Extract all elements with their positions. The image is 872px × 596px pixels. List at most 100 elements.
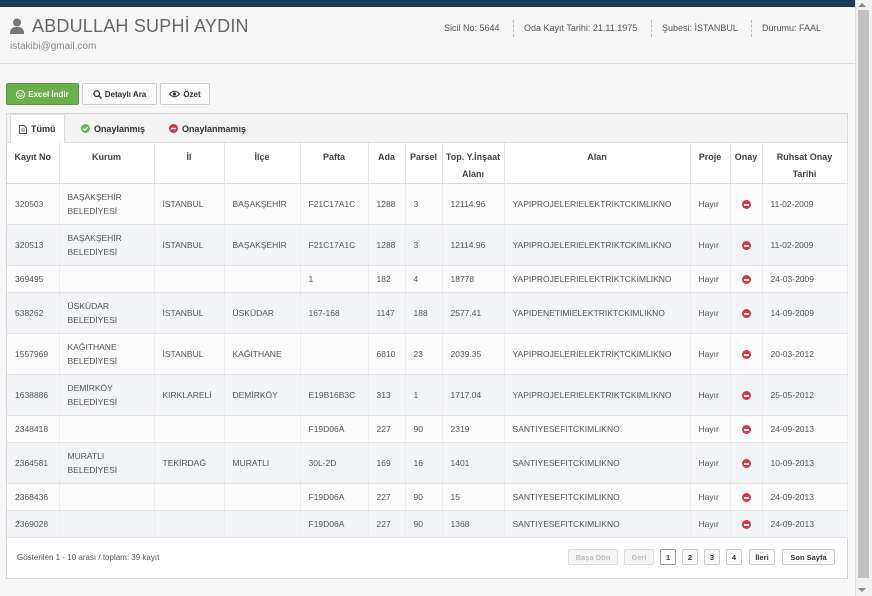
detailed-search-button[interactable]: Detaylı Ara	[82, 83, 157, 105]
first-page-button[interactable]: Başa Dön	[568, 549, 618, 565]
col-ilce[interactable]: İlçe	[224, 143, 301, 184]
cell-proje: Hayır	[690, 374, 731, 416]
results-panel: Tümü Onaylanmış Onaylanmamış Kayıt No Ku…	[6, 113, 848, 579]
col-il[interactable]: İl	[154, 143, 225, 184]
cell-pafta: 1	[300, 265, 369, 293]
cell-onay	[730, 183, 763, 225]
cell-ada: 227	[368, 483, 406, 511]
cell-onay	[730, 224, 763, 266]
tab-all[interactable]: Tümü	[10, 114, 65, 144]
scrollbar-thumb[interactable]	[858, 10, 869, 578]
profile-header: ABDULLAH SUPHİ AYDIN istakibi@gmail.com …	[0, 7, 855, 64]
cell-proje: Hayır	[690, 292, 731, 334]
minus-circle-icon	[741, 425, 751, 435]
col-alan[interactable]: Alan	[504, 143, 691, 184]
col-parsel[interactable]: Parsel	[405, 143, 443, 184]
table-row[interactable]: 538262 ÜSKÜDAR BELEDİYESİ İSTANBUL ÜSKÜDAR 16…	[7, 292, 848, 334]
col-kayit-no[interactable]: Kayıt No	[7, 143, 60, 184]
col-onay[interactable]: Onay	[730, 143, 763, 184]
col-ada[interactable]: Ada	[368, 143, 406, 184]
col-proje[interactable]: Proje	[690, 143, 731, 184]
cell-ada: 1147	[368, 292, 406, 334]
cell-ada: 1288	[368, 224, 406, 266]
excel-download-label: Excel İndir	[28, 89, 69, 99]
top-bar	[0, 0, 855, 7]
search-icon	[93, 89, 102, 99]
scroll-down-arrow-icon[interactable]	[858, 588, 866, 592]
cell-alan: SANTIYESEFITCKIMLIKNO	[504, 442, 691, 484]
cell-alan: YAPIPROJELERIELEKTRIKTCKIMLIKNO	[504, 265, 691, 293]
cell-ada: 182	[368, 265, 406, 293]
table-row[interactable]: 1557969 KAĞITHANE BELEDİYESİ İSTANBUL KAĞITH…	[7, 333, 848, 375]
tab-approved[interactable]: Onaylanmış	[81, 114, 145, 143]
cell-ilce	[224, 415, 301, 443]
col-pafta[interactable]: Pafta	[300, 143, 369, 184]
cell-il	[154, 265, 225, 293]
cell-kurum: BAŞAKŞEHİR BELEDİYESİ	[59, 224, 155, 266]
cell-il: İSTANBUL	[154, 183, 225, 225]
cell-pafta: 30L-2D	[300, 442, 369, 484]
last-page-button[interactable]: Son Sayfa	[782, 549, 835, 565]
table-row[interactable]: 2368436 F19D06A 227 90 15 SANTIYESEFITCKIMLIK…	[7, 483, 848, 511]
cell-proje: Hayır	[690, 510, 731, 538]
cell-kurum-line2: BELEDİYESİ	[67, 465, 118, 475]
document-icon	[19, 124, 27, 134]
eye-icon	[169, 90, 181, 98]
minus-circle-icon	[741, 493, 751, 503]
cell-kayit-no: 2348418	[7, 415, 60, 443]
cell-alan: YAPIDENETIMIELEKTRIKTCKIMLIKNO	[504, 292, 691, 334]
cell-kurum-line2: BELEDİYESİ	[67, 315, 118, 325]
cell-il: KIRKLARELİ	[154, 374, 225, 416]
prev-page-button[interactable]: Geri	[624, 549, 654, 565]
col-top-alan[interactable]: Top. Y.İnşaat Alanı	[442, 143, 505, 184]
cell-kayit-no: 1638886	[7, 374, 60, 416]
cell-ruhsat-tarihi: 24-09-2013	[762, 510, 848, 538]
page-2-button[interactable]: 2	[682, 549, 698, 565]
cell-kayit-no: 320503	[7, 183, 60, 225]
cell-il: İSTANBUL	[154, 292, 225, 334]
minus-circle-icon	[741, 275, 751, 285]
next-page-button[interactable]: İleri	[749, 549, 775, 565]
table-row[interactable]: 2369028 F19D06A 227 90 1368 SANTIYESEFITCKIML…	[7, 510, 848, 538]
cell-parsel: 90	[405, 415, 443, 443]
cell-pafta: F21C17A1C	[300, 224, 369, 266]
cell-top-alan: 12114.96	[442, 183, 505, 225]
cell-pafta: E19B16B3C	[300, 374, 369, 416]
table-row[interactable]: 2364581 MURATLI BELEDİYESİ TEKİRDAĞ MURATLI 3…	[7, 442, 848, 484]
excel-download-button[interactable]: Excel İndir	[6, 83, 79, 105]
page-4-button[interactable]: 4	[726, 549, 742, 565]
cell-proje: Hayır	[690, 483, 731, 511]
table-row[interactable]: 369495 1 182 4 18778 YAPIPROJELERIELEKTRIKTCK…	[7, 265, 848, 293]
table-row[interactable]: 320503 BAŞAKŞEHİR BELEDİYESİ İSTANBUL BAŞAKŞ…	[7, 183, 848, 225]
scroll-up-arrow-icon[interactable]	[858, 3, 866, 7]
records-table: Kayıt No Kurum İl İlçe Pafta Ada Parsel …	[7, 143, 848, 538]
col-kurum[interactable]: Kurum	[59, 143, 155, 184]
table-row[interactable]: 1638886 DEMİRKÖY BELEDİYESİ KIRKLARELİ DEMİR…	[7, 374, 848, 416]
page-3-button[interactable]: 3	[704, 549, 720, 565]
tab-bar: Tümü Onaylanmış Onaylanmamış	[7, 114, 847, 144]
table-row[interactable]: 2348418 F19D06A 227 90 2319 SANTIYESEFITCKIML…	[7, 415, 848, 443]
col-ruhsat-tarihi[interactable]: Ruhsat Onay Tarihi	[762, 143, 848, 184]
cell-kayit-no: 1557969	[7, 333, 60, 375]
cell-ilce	[224, 510, 301, 538]
cell-alan: YAPIPROJELERIELEKTRIKTCKIMLIKNO	[504, 333, 691, 375]
summary-button[interactable]: Özet	[160, 83, 210, 105]
cell-kurum: DEMİRKÖY BELEDİYESİ	[59, 374, 155, 416]
cell-kurum-line2: BELEDİYESİ	[67, 356, 118, 366]
cell-pafta	[300, 333, 369, 375]
minus-circle-icon	[741, 520, 751, 530]
minus-circle-icon	[741, 459, 751, 469]
cell-ruhsat-tarihi: 10-09-2013	[762, 442, 848, 484]
cell-ilce: BAŞAKŞEHİR	[224, 183, 301, 225]
table-row[interactable]: 320513 BAŞAKŞEHİR BELEDİYESİ İSTANBUL BAŞAKŞ…	[7, 224, 848, 266]
cell-top-alan: 15	[442, 483, 505, 511]
divider	[513, 20, 514, 37]
cell-ilce: MURATLI	[224, 442, 301, 484]
cell-kayit-no: 2369028	[7, 510, 60, 538]
minus-circle-icon	[741, 350, 751, 360]
cell-kurum-line1: BAŞAKŞEHİR	[67, 233, 122, 243]
tab-unapproved[interactable]: Onaylanmamış	[169, 114, 246, 143]
smile-icon	[16, 89, 26, 99]
cell-kurum: ÜSKÜDAR BELEDİYESİ	[59, 292, 155, 334]
page-1-button[interactable]: 1	[660, 549, 676, 565]
